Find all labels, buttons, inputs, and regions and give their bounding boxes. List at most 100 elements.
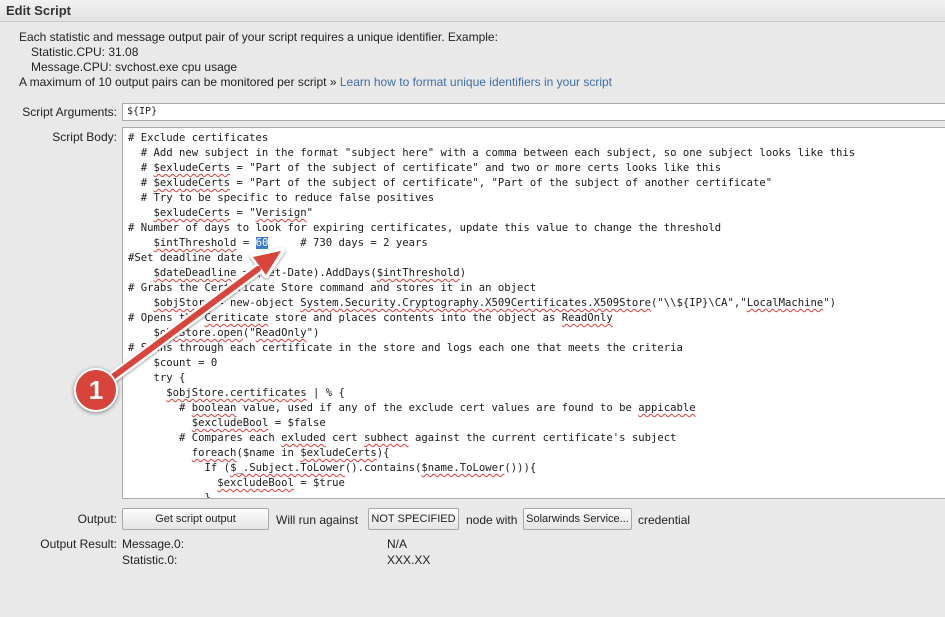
script-body-editor[interactable]: # Exclude certificates # Add new subject… xyxy=(122,127,945,499)
spellcheck-word: $intThreshold xyxy=(153,237,237,249)
will-run-text: Will run against xyxy=(276,513,359,527)
example-message: Message.CPU: svchost.exe cpu usage xyxy=(31,60,238,74)
code-text: = " xyxy=(230,207,256,219)
code-line: # $exludeCerts = "Part of the subject of… xyxy=(128,176,772,191)
code-text: store and places contents into the objec… xyxy=(268,312,562,324)
credential-select-button[interactable]: Solarwinds Service... xyxy=(523,508,632,530)
credential-text: credential xyxy=(638,513,691,527)
spellcheck-word: appicable xyxy=(638,402,696,414)
code-line: $objStore = new-object System.Security.C… xyxy=(128,296,836,311)
code-line: $objStore.certificates | % { xyxy=(128,386,345,401)
code-text: #Set deadline date xyxy=(128,252,243,264)
code-text: try { xyxy=(128,372,186,384)
code-text: ("\\${IP}\CA"," xyxy=(651,297,747,309)
result-name-message: Message.0: xyxy=(122,537,185,551)
code-text: ().contains( xyxy=(344,462,422,474)
code-text: # xyxy=(128,162,154,174)
code-text: # Grabs the Certificate Store command an… xyxy=(128,282,537,294)
node-select-button[interactable]: NOT SPECIFIED xyxy=(368,508,459,530)
code-line: $excludeBool = $true xyxy=(128,476,345,491)
code-text: } xyxy=(128,492,211,499)
spellcheck-word: $objStore.certificates xyxy=(166,387,307,399)
code-line: # Grabs the Certificate Store command an… xyxy=(128,281,536,296)
code-line: # boolean value, used if any of the excl… xyxy=(128,401,696,416)
result-value-message: N/A xyxy=(387,537,408,551)
max-pairs-text: A maximum of 10 output pairs can be moni… xyxy=(19,75,327,89)
spellcheck-word: Verisign xyxy=(255,207,307,219)
code-text: ($name in xyxy=(236,447,301,459)
spellcheck-word: foreach xyxy=(191,447,237,459)
selected-threshold-value: 60 xyxy=(255,237,269,249)
spellcheck-word: ReadOnly xyxy=(561,312,613,324)
code-line: $objStore.open("ReadOnly") xyxy=(128,326,320,341)
help-link[interactable]: Learn how to format unique identifiers i… xyxy=(340,75,612,89)
code-text: | % { xyxy=(306,387,345,399)
spellcheck-word: ReadOnly xyxy=(255,327,307,339)
spellcheck-word: boolean xyxy=(191,402,237,414)
code-text: = $false xyxy=(268,417,326,429)
spellcheck-word: $objStore.open xyxy=(153,327,243,339)
spellcheck-word: $dateDeadline xyxy=(153,267,237,279)
spellcheck-word: $intThreshold xyxy=(376,267,460,279)
code-line: # Number of days to look for expiring ce… xyxy=(128,221,721,236)
spellcheck-word: Ceriticate xyxy=(204,312,269,324)
code-text: ())){ xyxy=(504,462,537,474)
edit-script-header: Edit Script xyxy=(0,0,945,22)
page-title: Edit Script xyxy=(6,3,72,18)
code-line: $intThreshold = 60 # 730 days = 2 years xyxy=(128,236,428,251)
spellcheck-word: System.Security.Cryptography.X509Certifi… xyxy=(300,297,652,309)
get-script-output-button[interactable]: Get script output xyxy=(122,508,269,530)
spellcheck-word: $name.ToLower xyxy=(421,462,505,474)
code-line: # Try to be specific to reduce false pos… xyxy=(128,191,434,206)
code-text: ){ xyxy=(376,447,390,459)
spellcheck-word: exluded xyxy=(281,432,326,444)
code-text: (" xyxy=(242,327,256,339)
output-label: Output: xyxy=(77,512,117,526)
code-text: # Scans through each certificate in the … xyxy=(128,342,683,354)
code-text: # Opens the xyxy=(128,312,205,324)
result-value-statistic: XXX.XX xyxy=(387,553,431,567)
code-text: If ( xyxy=(128,462,231,474)
output-result-label: Output Result: xyxy=(40,537,117,551)
code-line: } xyxy=(128,491,211,499)
code-text: = "Part of the subject of certificate" a… xyxy=(230,162,722,174)
script-arguments-input[interactable]: ${IP} xyxy=(122,103,945,121)
code-text: = $true xyxy=(293,477,345,489)
code-text: # 730 days = 2 years xyxy=(268,237,428,249)
code-line: $dateDeadline = (Get-Date).AddDays($intT… xyxy=(128,266,467,281)
code-line: # Exclude certificates xyxy=(128,131,268,146)
node-with-text: node with xyxy=(466,513,518,527)
code-text: value, used if any of the exclude cert v… xyxy=(236,402,639,414)
code-text: cert xyxy=(325,432,365,444)
spellcheck-word: $exludeCerts xyxy=(153,162,231,174)
code-text: " xyxy=(306,207,313,219)
code-text: # Try to be specific to reduce false pos… xyxy=(128,192,435,204)
spellcheck-word: $exludeCerts xyxy=(153,177,231,189)
code-text: # Number of days to look for expiring ce… xyxy=(128,222,722,234)
callout-number-badge: 1 xyxy=(74,368,118,412)
spellcheck-word: $exludeCerts xyxy=(300,447,377,459)
spellcheck-word: subhect xyxy=(364,432,409,444)
code-line: # Opens the Ceriticate store and places … xyxy=(128,311,613,326)
result-name-statistic: Statistic.0: xyxy=(122,553,178,567)
code-text: # Exclude certificates xyxy=(128,132,269,144)
code-text: $count = 0 xyxy=(128,357,218,369)
code-text: # Compares each xyxy=(128,432,282,444)
spellcheck-word: $exludeCerts xyxy=(153,207,231,219)
code-line: try { xyxy=(128,371,186,386)
link-arrow: » xyxy=(329,75,337,89)
spellcheck-word: $excludeBool xyxy=(217,477,294,489)
code-text: # Add new subject in the format "subject… xyxy=(128,147,856,159)
code-text: # xyxy=(128,177,154,189)
code-text: ") xyxy=(306,327,320,339)
spellcheck-word: $objStore xyxy=(153,297,211,309)
code-text: = (Get-Date).AddDays( xyxy=(236,267,377,279)
code-line: # $exludeCerts = "Part of the subject of… xyxy=(128,161,721,176)
